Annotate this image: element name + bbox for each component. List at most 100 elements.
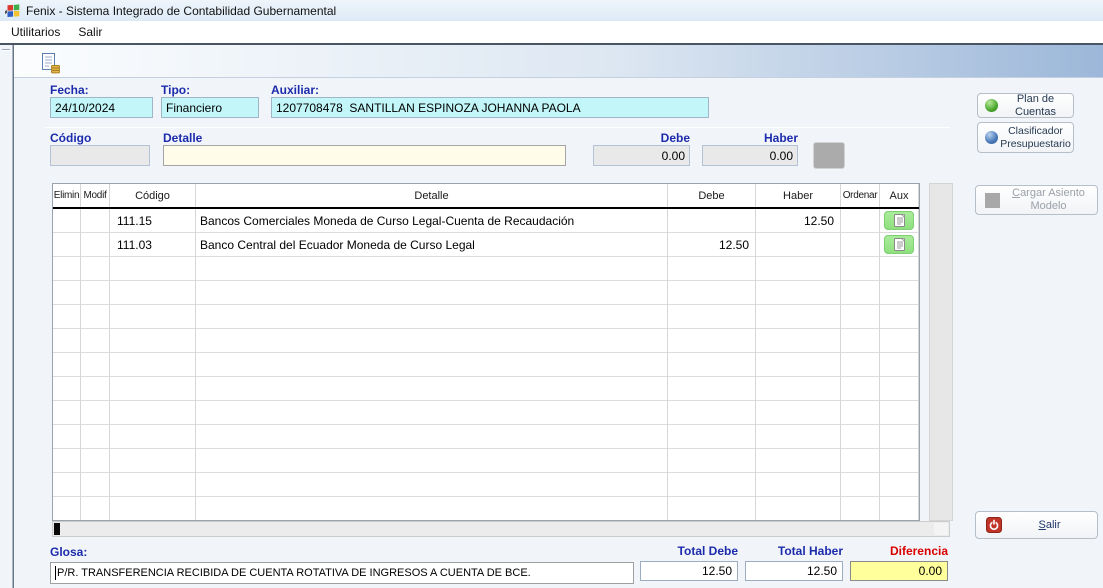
debe-label: Debe: [593, 131, 690, 145]
fecha-label: Fecha:: [50, 83, 89, 97]
modif-cell: [81, 473, 110, 497]
header-ordenar: Ordenar: [841, 184, 880, 207]
haber-label: Haber: [702, 131, 798, 145]
table-row[interactable]: 111.15Bancos Comerciales Moneda de Curso…: [53, 209, 919, 233]
codigo-cell: [110, 401, 196, 425]
vertical-scrollbar[interactable]: [929, 183, 953, 521]
haber-cell: [756, 473, 841, 497]
ordenar-cell: [841, 329, 880, 353]
elimin-cell: [53, 305, 81, 329]
debe-cell: [668, 377, 756, 401]
aux-cell: [880, 257, 919, 281]
cargar-asiento-modelo-button[interactable]: Cargar Asiento Modelo: [975, 185, 1098, 215]
aux-cell: [880, 329, 919, 353]
power-icon: [976, 517, 1002, 533]
salir-button[interactable]: Salir: [975, 511, 1098, 539]
detalle-cell: Banco Central del Ecuador Moneda de Curs…: [196, 233, 668, 257]
ordenar-cell: [841, 353, 880, 377]
modif-cell: [81, 329, 110, 353]
ordenar-cell: [841, 233, 880, 257]
plan-de-cuentas-button[interactable]: Plan de Cuentas: [977, 93, 1074, 118]
table-row[interactable]: [53, 329, 919, 353]
menu-item-utilitarios[interactable]: Utilitarios: [2, 22, 69, 42]
debe-cell: [668, 497, 756, 521]
codigo-input[interactable]: [50, 145, 150, 166]
elimin-cell: [53, 425, 81, 449]
auxiliar-input[interactable]: 1207708478 SANTILLAN ESPINOZA JOHANNA PA…: [271, 97, 709, 118]
elimin-cell: [53, 257, 81, 281]
haber-cell: [756, 353, 841, 377]
plan-de-cuentas-label: Plan de Cuentas: [998, 93, 1073, 118]
haber-cell: [756, 449, 841, 473]
elimin-cell: [53, 353, 81, 377]
modif-cell: [81, 449, 110, 473]
table-row[interactable]: [53, 401, 919, 425]
codigo-cell: 111.15: [110, 209, 196, 233]
debe-cell: [668, 305, 756, 329]
modif-cell: [81, 377, 110, 401]
detalle-cell: [196, 377, 668, 401]
modif-cell: [81, 353, 110, 377]
table-row[interactable]: [53, 473, 919, 497]
aux-cell: [880, 473, 919, 497]
ordenar-cell: [841, 497, 880, 521]
glosa-input[interactable]: P/R. TRANSFERENCIA RECIBIDA DE CUENTA RO…: [50, 562, 634, 584]
clasificador-label: Clasificador Presupuestario: [998, 125, 1073, 149]
aux-cell: [880, 425, 919, 449]
glosa-value: P/R. TRANSFERENCIA RECIBIDA DE CUENTA RO…: [57, 567, 531, 579]
table-row[interactable]: [53, 497, 919, 521]
modif-cell: [81, 209, 110, 233]
elimin-cell: [53, 473, 81, 497]
haber-input[interactable]: 0.00: [702, 145, 798, 166]
table-row[interactable]: [53, 425, 919, 449]
header-codigo: Código: [110, 184, 196, 207]
debe-cell: [668, 329, 756, 353]
ordenar-cell: [841, 401, 880, 425]
horizontal-scrollbar[interactable]: [52, 521, 950, 537]
detalle-cell: [196, 281, 668, 305]
aux-cell: [880, 209, 919, 233]
header-modif: Modif: [81, 184, 110, 207]
aux-button[interactable]: [884, 235, 914, 254]
ordenar-cell: [841, 209, 880, 233]
aux-button[interactable]: [884, 211, 914, 230]
menu-item-salir[interactable]: Salir: [69, 22, 111, 42]
total-haber-field: 12.50: [745, 561, 843, 581]
codigo-label: Código: [50, 131, 91, 145]
aux-cell: [880, 353, 919, 377]
elimin-cell: [53, 209, 81, 233]
aux-cell: [880, 377, 919, 401]
detalle-cell: [196, 449, 668, 473]
table-row[interactable]: [53, 377, 919, 401]
table-row[interactable]: 111.03Banco Central del Ecuador Moneda d…: [53, 233, 919, 257]
auxiliar-label: Auxiliar:: [271, 83, 319, 97]
text-cursor: [55, 566, 56, 580]
modif-cell: [81, 401, 110, 425]
haber-cell: [756, 425, 841, 449]
codigo-cell: [110, 449, 196, 473]
table-row[interactable]: [53, 305, 919, 329]
fecha-input[interactable]: 24/10/2024: [50, 97, 153, 118]
header-aux: Aux: [880, 184, 919, 207]
elimin-cell: [53, 281, 81, 305]
splitter-grip: [2, 49, 10, 51]
elimin-cell: [53, 329, 81, 353]
debe-input[interactable]: 0.00: [593, 145, 690, 166]
aux-cell: [880, 305, 919, 329]
haber-cell: [756, 281, 841, 305]
scrollbar-right-button[interactable]: [934, 523, 948, 535]
blue-sphere-icon: [985, 131, 998, 144]
document-icon: [893, 237, 906, 252]
detalle-input[interactable]: [163, 145, 566, 166]
scrollbar-thumb[interactable]: [54, 523, 60, 535]
new-entry-toolbar-button[interactable]: [36, 50, 64, 76]
table-row[interactable]: [53, 281, 919, 305]
ordenar-cell: [841, 305, 880, 329]
clasificador-presupuestario-button[interactable]: Clasificador Presupuestario: [977, 122, 1074, 153]
debe-cell: [668, 425, 756, 449]
tipo-input[interactable]: Financiero: [161, 97, 259, 118]
table-row[interactable]: [53, 449, 919, 473]
table-row[interactable]: [53, 257, 919, 281]
table-row[interactable]: [53, 353, 919, 377]
gray-square-button[interactable]: [813, 142, 845, 169]
